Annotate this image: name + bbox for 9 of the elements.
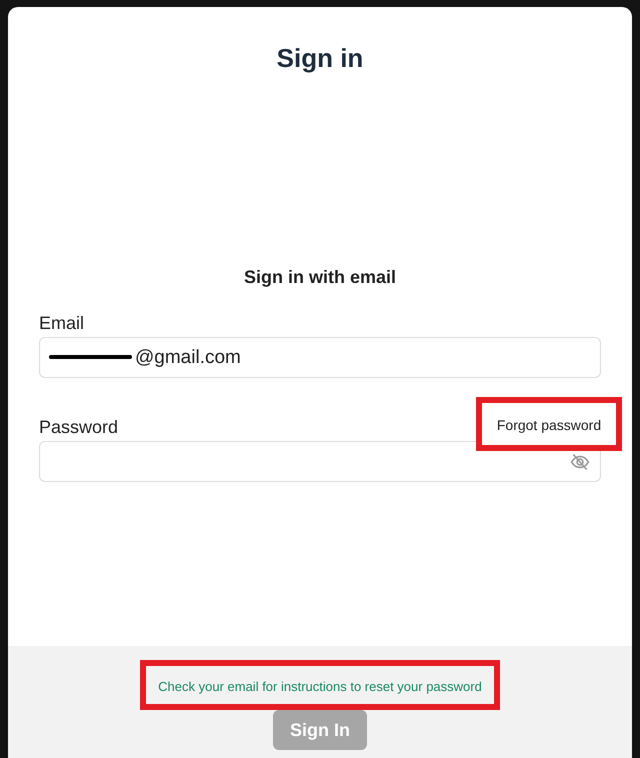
password-field[interactable]: [39, 441, 601, 482]
page-title: Sign in: [276, 42, 364, 74]
eye-slash-icon[interactable]: [569, 452, 591, 472]
forgot-password-link[interactable]: Forgot password: [496, 417, 602, 433]
status-message: Check your email for instructions to reset your password: [158, 679, 482, 695]
field-label: Password: [39, 416, 118, 438]
field-label: Email: [39, 312, 84, 334]
email-field[interactable]: @gmail.com: [39, 337, 601, 378]
section-heading: Sign in with email: [244, 266, 396, 288]
